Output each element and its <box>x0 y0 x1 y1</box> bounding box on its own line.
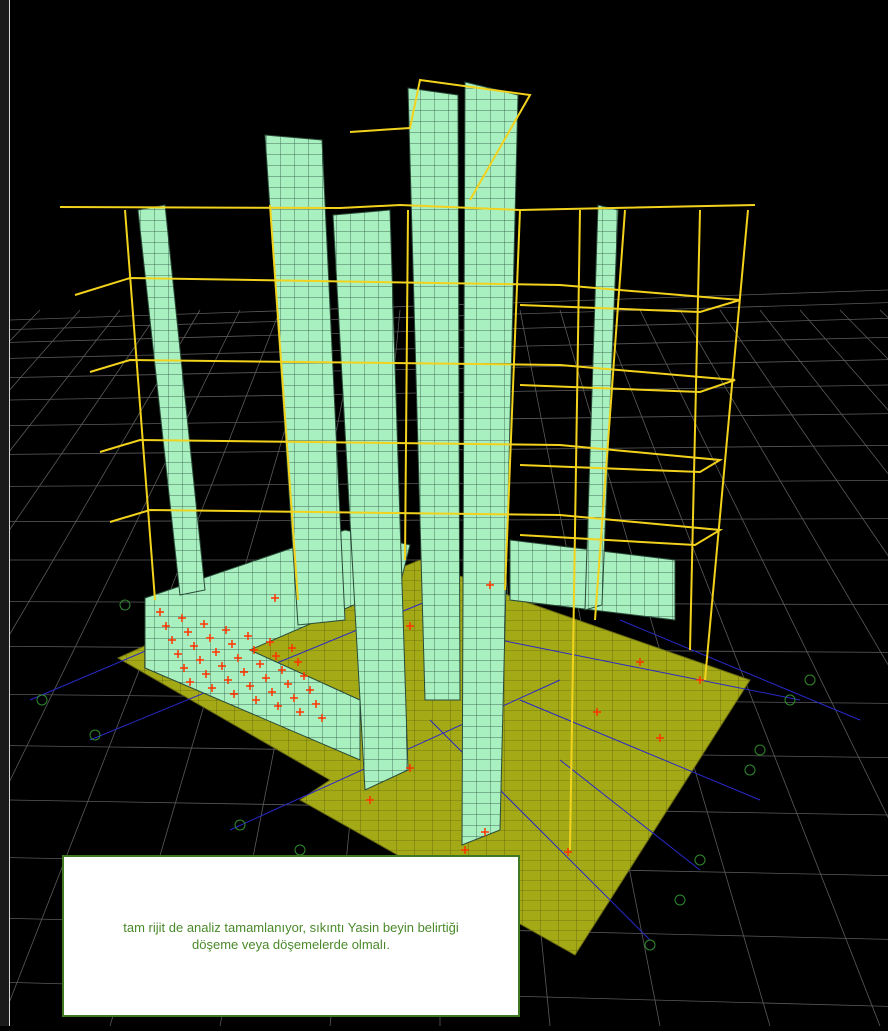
grid-bubble <box>294 844 306 856</box>
grid-bubble <box>644 939 656 951</box>
grid-line <box>839 309 888 360</box>
grid-bubble <box>89 729 101 741</box>
grid-bubble <box>36 694 48 706</box>
grid-bubble <box>754 744 766 756</box>
floor-beam <box>99 438 724 474</box>
annotation-line-1: tam rijit de analiz tamamlanıyor, sıkınt… <box>123 920 459 935</box>
grid-line <box>719 309 888 557</box>
grid-bubble <box>119 599 131 611</box>
grid-bubble <box>804 674 816 686</box>
grid-line <box>879 309 888 318</box>
annotation-text: tam rijit de analiz tamamlanıyor, sıkınt… <box>64 919 518 953</box>
grid-line <box>759 309 888 475</box>
column <box>704 209 749 681</box>
shear-wall-left <box>137 204 206 596</box>
floor-beam <box>109 508 724 547</box>
grid-bubble <box>674 894 686 906</box>
grid-bubble <box>784 694 796 706</box>
annotation-callout: tam rijit de analiz tamamlanıyor, sıkınt… <box>62 855 520 1017</box>
grid-bubble <box>744 764 756 776</box>
window-left-edge <box>0 0 10 1026</box>
grid-bubble <box>694 854 706 866</box>
shear-wall-right <box>584 204 619 611</box>
column <box>404 209 409 561</box>
annotation-line-2: döşeme veya döşemelerde olmalı. <box>192 937 390 952</box>
